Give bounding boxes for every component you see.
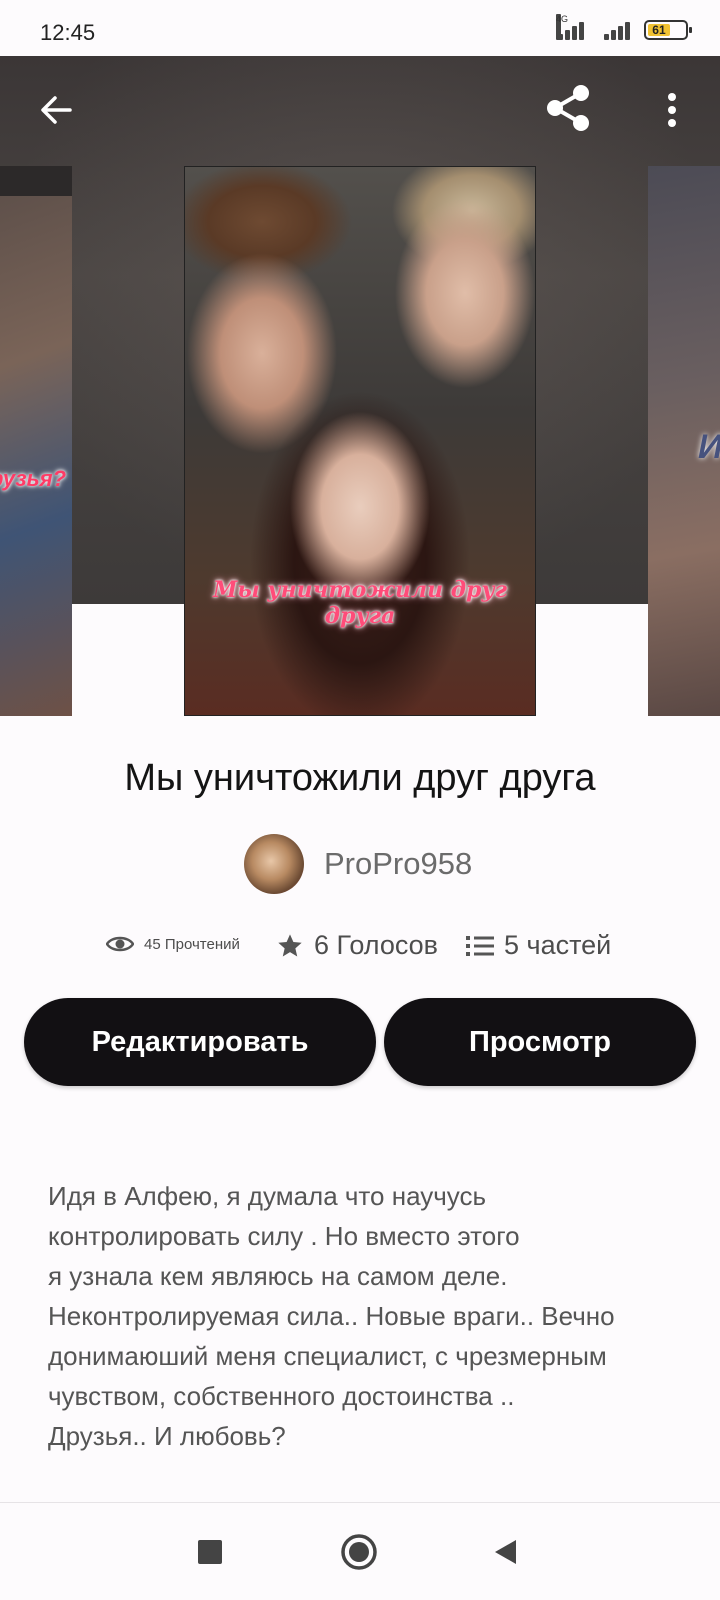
edit-button[interactable]: Редактировать [24,998,376,1086]
home-button[interactable] [334,1527,384,1577]
battery-level: 61 [648,23,670,37]
star-icon [278,933,302,956]
cover-top-band [0,166,72,196]
battery-icon: 61 [644,20,692,40]
more-options-button[interactable] [644,82,700,138]
more-vertical-icon [668,93,676,127]
share-button[interactable] [540,80,596,136]
book-title: Мы уничтожили друг друга [124,757,596,799]
status-icons: 4G 61 [552,14,692,42]
reads-label: 45 Прочтений [144,935,240,953]
signal-2-icon [604,18,632,42]
status-time: 12:45 [40,20,96,45]
cover-previous-title: рузья? [0,466,67,491]
home-circle-icon [341,1534,377,1570]
book-description: Идя в Алфею, я думала что научусь контро… [48,1181,615,1451]
cover-previous[interactable]: рузья? [0,166,72,716]
system-nav-bar [0,1503,720,1600]
eye-icon [106,936,134,952]
status-bar: 12:45 4G 61 [0,0,720,56]
triangle-back-icon [495,1540,516,1564]
share-icon [547,85,589,131]
parts-label: 5 частей [504,930,612,960]
stat-votes: 6 Голосов [276,930,438,961]
cover-title-text: Мы уничтожили друг друга [213,577,507,629]
author-name[interactable]: ProPro958 [324,846,472,882]
arrow-left-icon [41,96,72,124]
stat-parts: 5 частей [466,930,611,961]
cover-next-title: И [698,428,720,467]
list-icon [466,935,494,956]
cover-current[interactable]: Мы уничтожили друг друга [184,166,536,716]
avatar[interactable] [244,834,304,894]
book-stats: 45 Прочтений 6 Голосов 5 частей [0,930,720,970]
view-button[interactable]: Просмотр [384,998,696,1086]
author[interactable]: ProPro958 [244,834,472,894]
stat-reads: 45 Прочтений [106,934,240,954]
back-button[interactable] [28,82,84,138]
back-nav-button[interactable] [480,1527,530,1577]
votes-label: 6 Голосов [314,930,438,960]
cover-next[interactable]: И [648,166,720,716]
recent-apps-button[interactable] [185,1527,235,1577]
square-icon [198,1540,222,1564]
signal-icon: 4G [552,14,592,42]
